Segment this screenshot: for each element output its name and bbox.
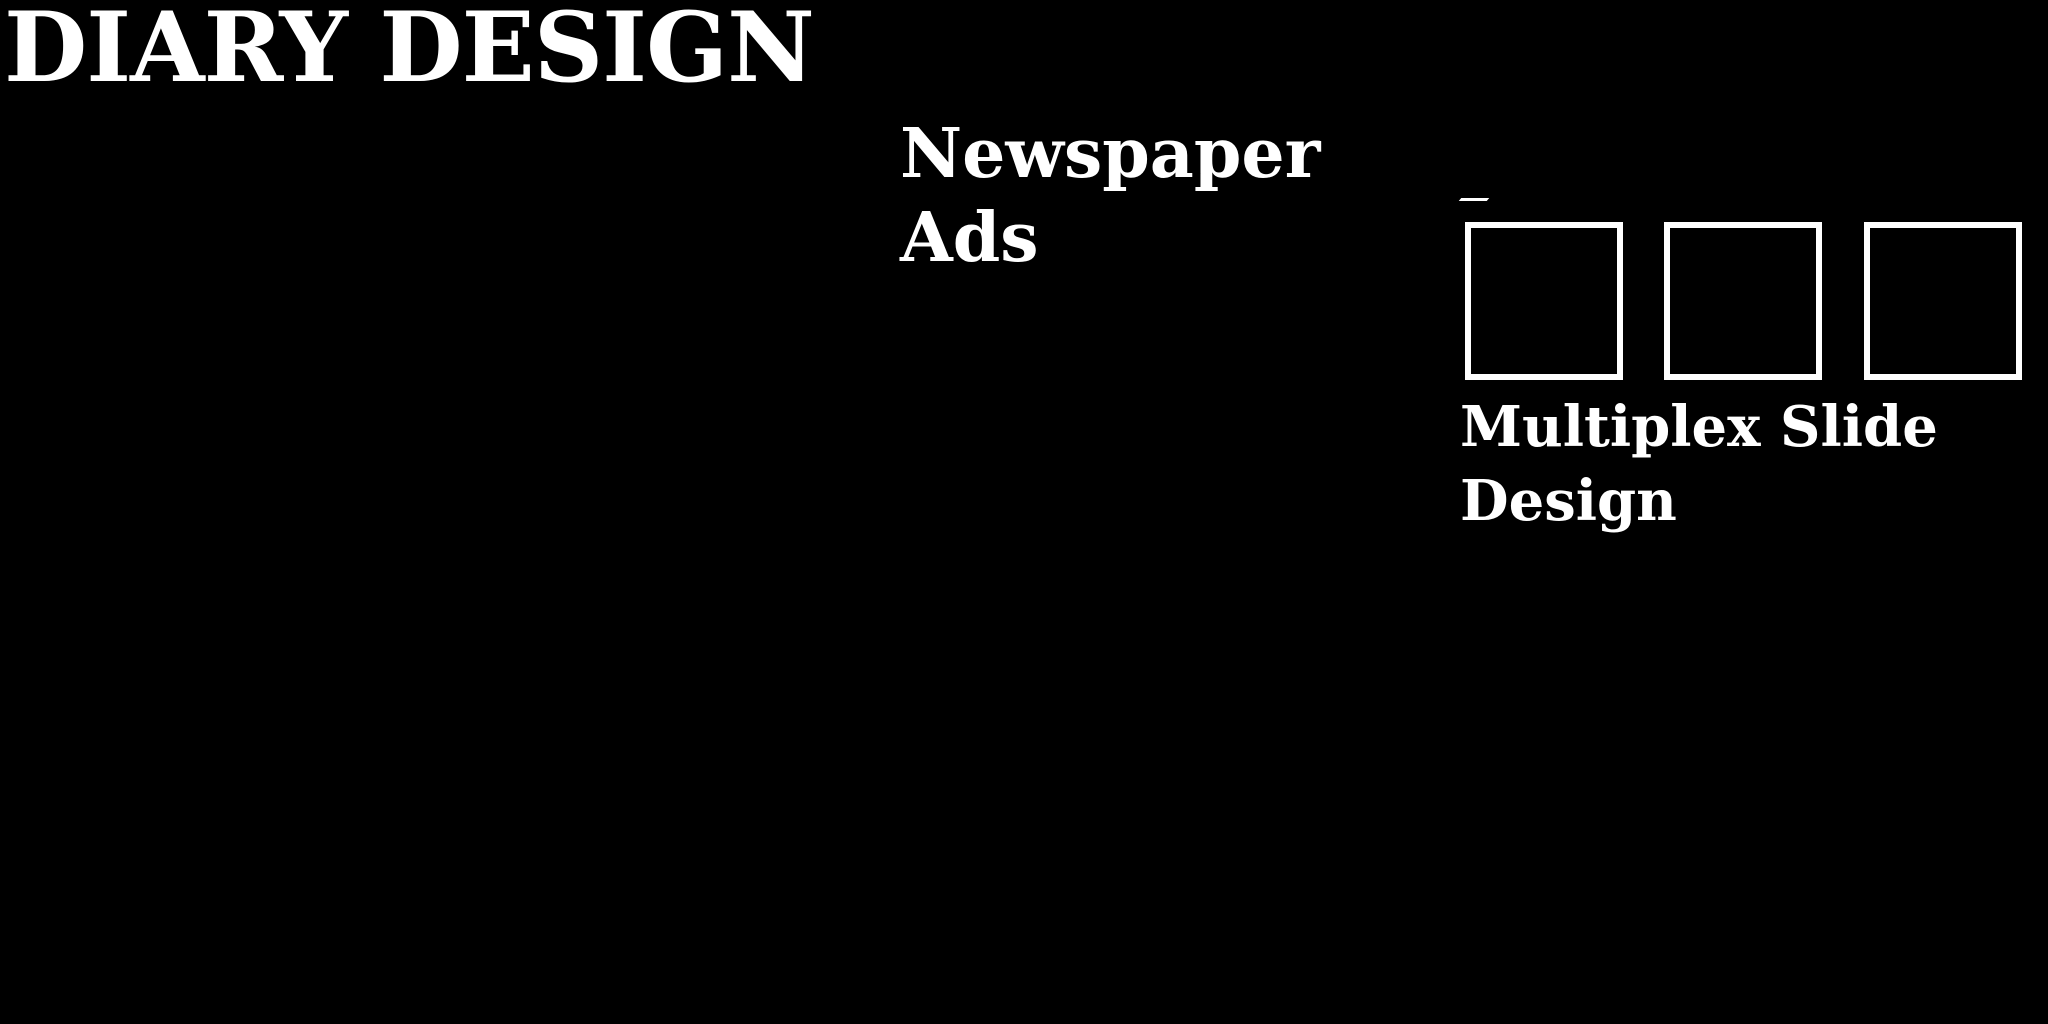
- slide-frame-1: [1465, 222, 1623, 380]
- newspaper-ads-line1: Newspaper: [900, 114, 1321, 194]
- newspaper-ads-label: Newspaper Ads: [900, 112, 1320, 280]
- slide-frame-2: [1664, 222, 1822, 380]
- page-title: DIARY DESIGN: [4, 0, 815, 104]
- canvas: DIARY DESIGN Newspaper Ads Multiplex Sli…: [0, 0, 2048, 1024]
- multiplex-line2: Design: [1460, 468, 1677, 534]
- multiplex-line1: Multiplex Slide: [1460, 394, 1938, 460]
- decorative-mark: [1458, 198, 1490, 201]
- newspaper-ads-line2: Ads: [900, 198, 1039, 278]
- multiplex-slide-design-label: Multiplex Slide Design: [1460, 390, 1938, 538]
- slide-frame-3: [1864, 222, 2022, 380]
